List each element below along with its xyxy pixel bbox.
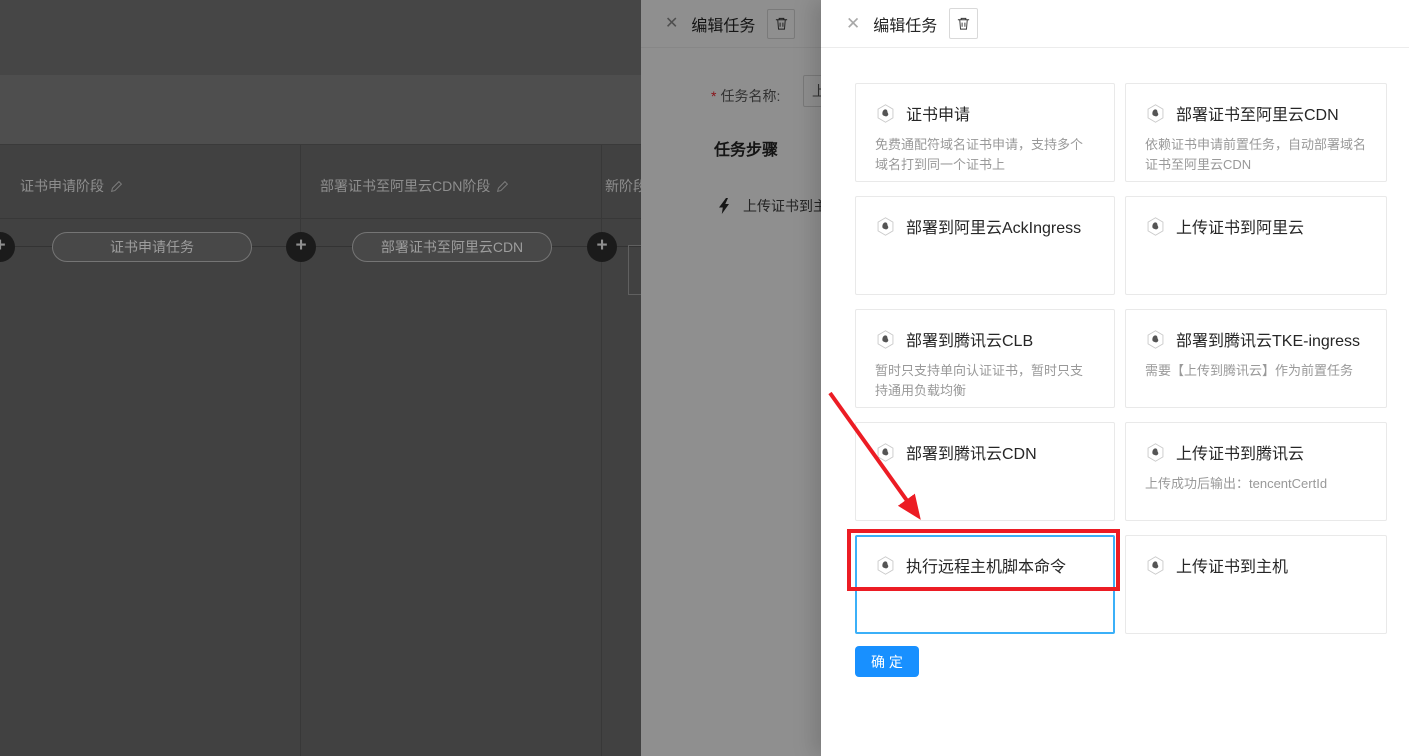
task-hexagon-icon [1145, 442, 1166, 463]
page-header-band [0, 0, 641, 75]
task-hexagon-icon [1145, 216, 1166, 237]
task-card-remote-script[interactable]: 执行远程主机脚本命令 [855, 535, 1115, 634]
task-card-title: 部署到腾讯云TKE-ingress [1176, 327, 1360, 351]
task-hexagon-icon [875, 555, 896, 576]
drawer-header: ✕ 编辑任务 [821, 0, 1409, 48]
task-card-deploy-tencent-cdn[interactable]: 部署到腾讯云CDN [855, 422, 1115, 521]
add-stage-button[interactable]: + [286, 232, 316, 262]
new-task-placeholder[interactable] [628, 245, 641, 295]
task-card-desc: 依赖证书申请前置任务，自动部署域名证书至阿里云CDN [1145, 135, 1367, 175]
task-node-cert-apply[interactable]: 证书申请任务 [52, 232, 252, 262]
edit-pencil-icon[interactable] [496, 180, 509, 193]
edit-pencil-icon[interactable] [110, 180, 123, 193]
task-hexagon-icon [1145, 103, 1166, 124]
stage-header-divider [0, 218, 641, 219]
task-card-deploy-aliyun-cdn[interactable]: 部署证书至阿里云CDN 依赖证书申请前置任务，自动部署域名证书至阿里云CDN [1125, 83, 1387, 182]
drawer-title: 编辑任务 [873, 12, 937, 36]
task-hexagon-icon [875, 216, 896, 237]
stage-label-text: 新阶段 [605, 176, 641, 196]
task-card-title: 部署到腾讯云CDN [906, 440, 1037, 464]
task-card-cert-apply[interactable]: 证书申请 免费通配符域名证书申请，支持多个域名打到同一个证书上 [855, 83, 1115, 182]
task-hexagon-icon [1145, 329, 1166, 350]
close-icon[interactable]: ✕ [846, 15, 860, 32]
task-node-deploy-cdn[interactable]: 部署证书至阿里云CDN [352, 232, 552, 262]
edit-task-drawer: ✕ 编辑任务 *任务名称: 任务步骤 上传证书到主机 [641, 0, 821, 756]
task-card-upload-host[interactable]: 上传证书到主机 [1125, 535, 1387, 634]
toolbar-band [0, 75, 641, 145]
stage-label-new-stage[interactable]: 新阶段 [605, 177, 641, 195]
task-card-upload-aliyun[interactable]: 上传证书到阿里云 [1125, 196, 1387, 295]
task-card-desc: 需要【上传到腾讯云】作为前置任务 [1145, 361, 1367, 381]
delete-task-button[interactable] [949, 8, 978, 39]
task-card-deploy-ackingress[interactable]: 部署到阿里云AckIngress [855, 196, 1115, 295]
task-card-title: 部署到阿里云AckIngress [906, 214, 1081, 238]
task-card-title: 部署证书至阿里云CDN [1176, 101, 1339, 125]
task-card-deploy-tencent-clb[interactable]: 部署到腾讯云CLB 暂时只支持单向认证证书，暂时只支持通用负载均衡 [855, 309, 1115, 408]
task-hexagon-icon [875, 329, 896, 350]
workflow-canvas: 证书申请阶段 部署证书至阿里云CDN阶段 新阶段 证书申请任务 部署证书至阿里云… [0, 0, 641, 756]
task-hexagon-icon [1145, 555, 1166, 576]
trash-icon [956, 16, 971, 31]
task-card-desc: 上传成功后输出：tencentCertId [1145, 474, 1367, 494]
task-card-deploy-tke-ingress[interactable]: 部署到腾讯云TKE-ingress 需要【上传到腾讯云】作为前置任务 [1125, 309, 1387, 408]
task-hexagon-icon [875, 103, 896, 124]
task-hexagon-icon [875, 442, 896, 463]
drawer-dim-overlay [641, 0, 821, 756]
task-card-title: 执行远程主机脚本命令 [906, 553, 1066, 577]
task-picker-drawer: ✕ 编辑任务 证书申请 免费通配符域名证书申请，支持多个域名打到同一个证书上 部… [821, 0, 1409, 756]
task-card-desc: 免费通配符域名证书申请，支持多个域名打到同一个证书上 [875, 135, 1095, 175]
task-card-title: 部署到腾讯云CLB [906, 327, 1033, 351]
task-card-title: 上传证书到腾讯云 [1176, 440, 1304, 464]
confirm-button[interactable]: 确 定 [855, 646, 919, 677]
stage-label-deploy-cdn[interactable]: 部署证书至阿里云CDN阶段 [320, 177, 509, 195]
stage-label-text: 部署证书至阿里云CDN阶段 [320, 176, 490, 196]
task-card-title: 上传证书到主机 [1176, 553, 1288, 577]
stage-label-cert-apply[interactable]: 证书申请阶段 [20, 177, 123, 195]
task-card-title: 上传证书到阿里云 [1176, 214, 1304, 238]
task-type-grid: 证书申请 免费通配符域名证书申请，支持多个域名打到同一个证书上 部署证书至阿里云… [855, 83, 1387, 634]
add-stage-button[interactable]: + [587, 232, 617, 262]
stage-label-text: 证书申请阶段 [20, 176, 104, 196]
task-card-upload-tencent[interactable]: 上传证书到腾讯云 上传成功后输出：tencentCertId [1125, 422, 1387, 521]
task-card-title: 证书申请 [906, 101, 970, 125]
add-stage-button[interactable]: + [0, 232, 15, 262]
task-card-desc: 暂时只支持单向认证证书，暂时只支持通用负载均衡 [875, 361, 1095, 401]
